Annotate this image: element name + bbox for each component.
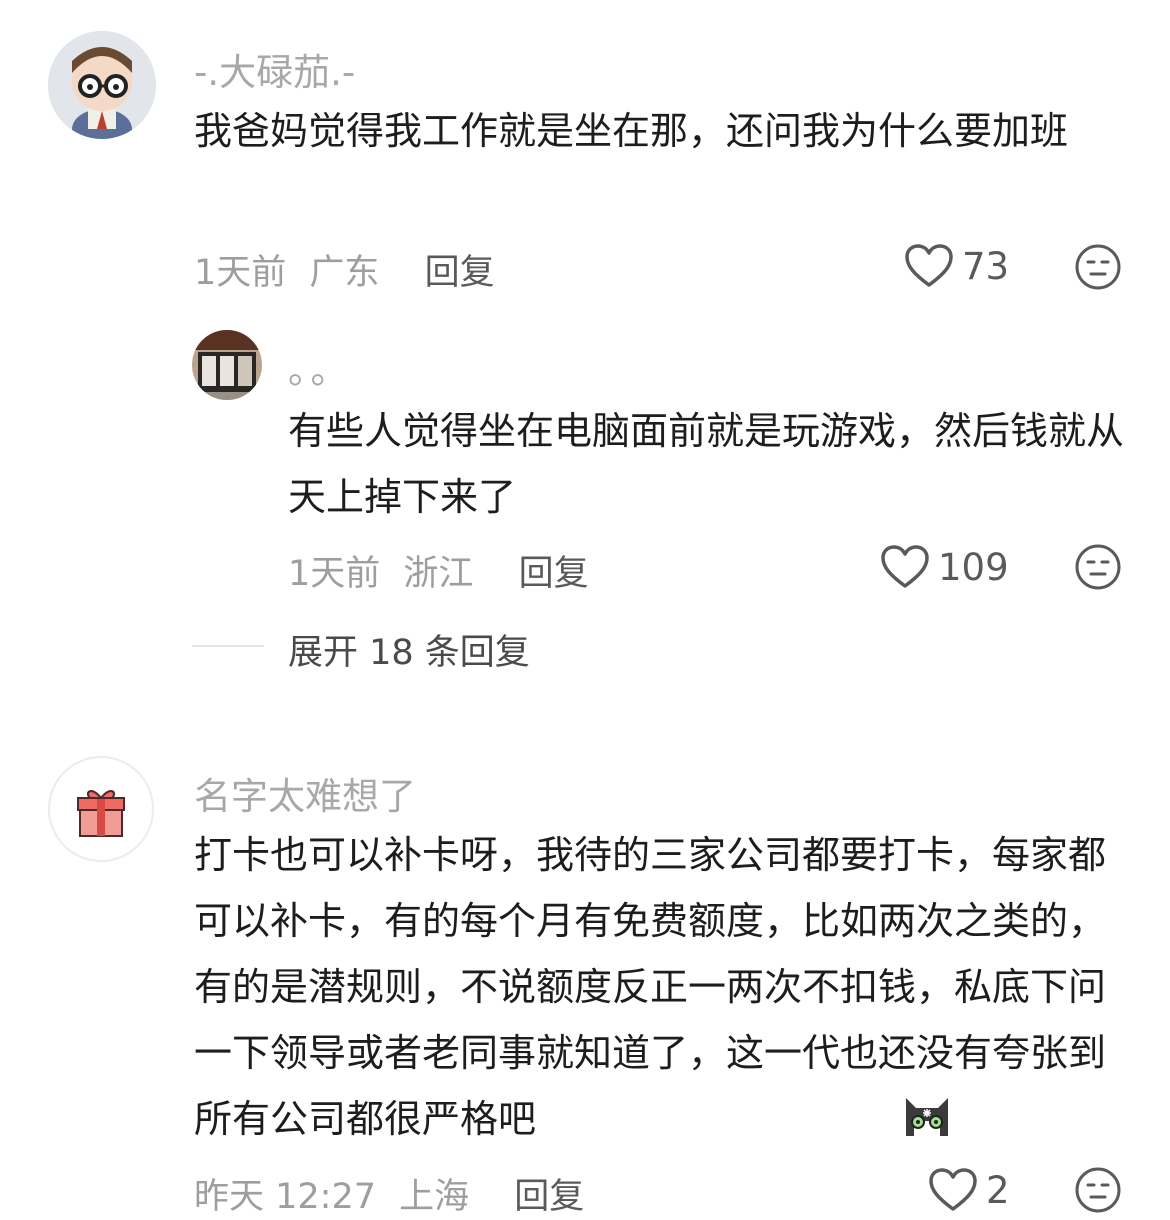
comment-meta: 1天前 广东 回复 <box>194 244 495 295</box>
avatar[interactable] <box>192 330 262 400</box>
heart-outline-icon <box>905 244 953 287</box>
like-button[interactable]: 73 <box>904 244 1009 288</box>
expand-replies-button[interactable]: 展开 18 条回复 <box>288 624 530 675</box>
comment-time: 1天前 <box>194 253 287 293</box>
doll-avatar-image <box>48 31 156 139</box>
heart-outline-icon <box>881 545 929 588</box>
comment-text: 有些人觉得坐在电脑面前就是玩游戏，然后钱就从天上掉下来了 <box>288 409 1125 519</box>
comment-location: 上海 <box>399 1177 470 1217</box>
like-button[interactable]: 109 <box>880 545 1009 589</box>
comment-item: -.大碌茄.- 我爸妈觉得我工作就是坐在那，还问我为什么要加班 1天前 广东 回… <box>0 0 1170 700</box>
like-button[interactable]: 2 <box>928 1168 1010 1212</box>
meh-face-icon[interactable] <box>1074 1166 1122 1214</box>
comment-location: 浙江 <box>403 554 474 594</box>
meh-face-icon[interactable] <box>1074 543 1122 591</box>
shopfront-avatar-image <box>192 330 262 400</box>
avatar[interactable] <box>48 31 156 139</box>
comment-username[interactable]: 。。 <box>288 340 352 394</box>
reply-button[interactable]: 回复 <box>425 253 495 293</box>
comment-location: 广东 <box>309 253 380 293</box>
comment-meta: 1天前 浙江 回复 <box>288 545 589 596</box>
reply-button[interactable]: 回复 <box>519 554 589 594</box>
like-count: 73 <box>962 244 1010 288</box>
like-count: 109 <box>938 545 1009 589</box>
comment-meta: 昨天 12:27 上海 回复 <box>194 1168 584 1219</box>
expand-divider <box>192 645 264 647</box>
comment-username[interactable]: -.大碌茄.- <box>194 42 355 96</box>
comment-text: 我爸妈觉得我工作就是坐在那，还问我为什么要加班 <box>194 109 1069 153</box>
gift-icon <box>48 756 154 862</box>
comment-item: 名字太难想了 打卡也可以补卡呀，我待的三家公司都要打卡，每家都可以补卡，有的每个… <box>0 700 1170 1220</box>
meh-face-icon[interactable] <box>1074 243 1122 291</box>
avatar[interactable] <box>48 756 154 862</box>
comment-username[interactable]: 名字太难想了 <box>194 766 416 820</box>
heart-outline-icon <box>929 1168 977 1211</box>
comment-text: 打卡也可以补卡呀，我待的三家公司都要打卡，每家都可以补卡，有的每个月有免费额度，… <box>194 833 1107 1141</box>
comment-time: 1天前 <box>288 554 381 594</box>
cat-emoji-icon <box>906 1098 948 1136</box>
like-count: 2 <box>986 1168 1010 1212</box>
comment-time: 昨天 12:27 <box>194 1177 376 1217</box>
reply-button[interactable]: 回复 <box>514 1177 584 1217</box>
